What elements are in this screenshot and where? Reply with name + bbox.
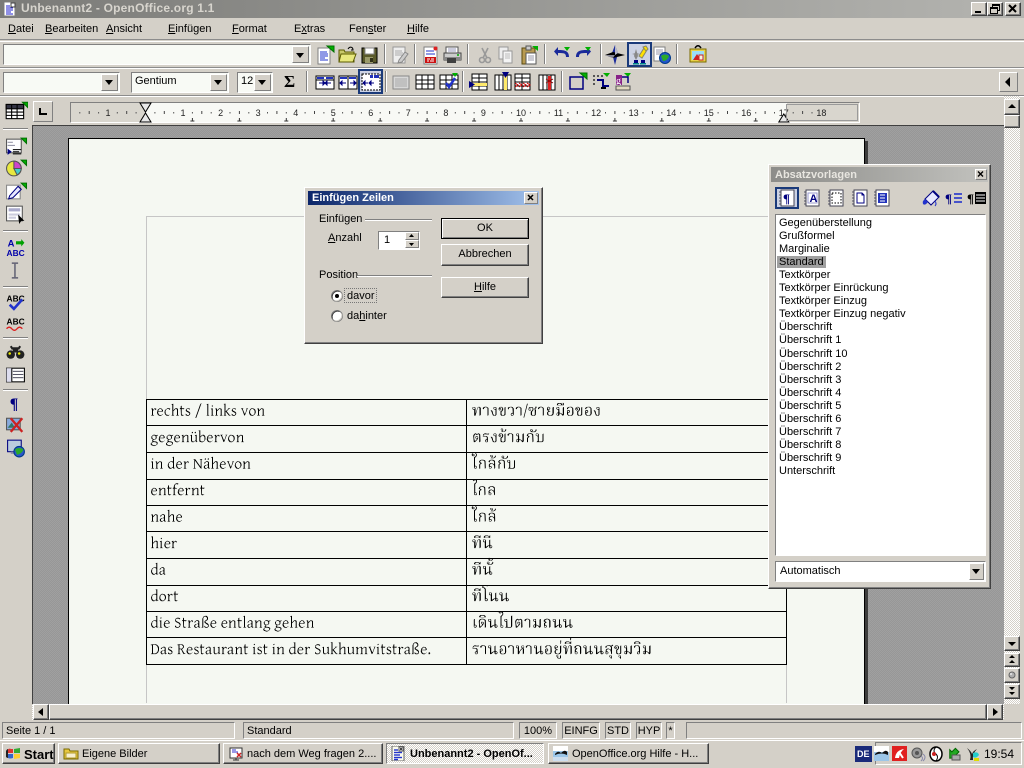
svg-text:1: 1 bbox=[180, 108, 185, 118]
svg-text:6: 6 bbox=[368, 108, 373, 118]
svg-text:2: 2 bbox=[218, 108, 223, 118]
svg-text:ABC: ABC bbox=[7, 294, 25, 304]
svg-text:A: A bbox=[810, 193, 818, 205]
svg-text:7: 7 bbox=[406, 108, 411, 118]
svg-text:g: g bbox=[616, 76, 621, 87]
svg-text:10: 10 bbox=[516, 108, 526, 118]
svg-text:9: 9 bbox=[481, 108, 486, 118]
svg-text:ABC: ABC bbox=[7, 248, 25, 258]
svg-text:12: 12 bbox=[591, 108, 601, 118]
svg-text:11: 11 bbox=[554, 108, 563, 118]
svg-text:16: 16 bbox=[741, 108, 751, 118]
svg-text:¶: ¶ bbox=[945, 191, 952, 206]
svg-text:13: 13 bbox=[629, 108, 639, 118]
svg-text:14: 14 bbox=[666, 108, 676, 118]
svg-text:3: 3 bbox=[256, 108, 261, 118]
svg-text:ABC: ABC bbox=[7, 317, 25, 327]
svg-text:¶: ¶ bbox=[783, 191, 790, 206]
svg-text:1: 1 bbox=[105, 108, 110, 118]
svg-text:¶: ¶ bbox=[10, 396, 19, 413]
svg-text:18: 18 bbox=[816, 108, 826, 118]
svg-text:8: 8 bbox=[443, 108, 448, 118]
svg-text:¶: ¶ bbox=[967, 191, 974, 206]
svg-text:5: 5 bbox=[331, 108, 336, 118]
svg-text:4: 4 bbox=[293, 108, 298, 118]
svg-text:15: 15 bbox=[704, 108, 714, 118]
